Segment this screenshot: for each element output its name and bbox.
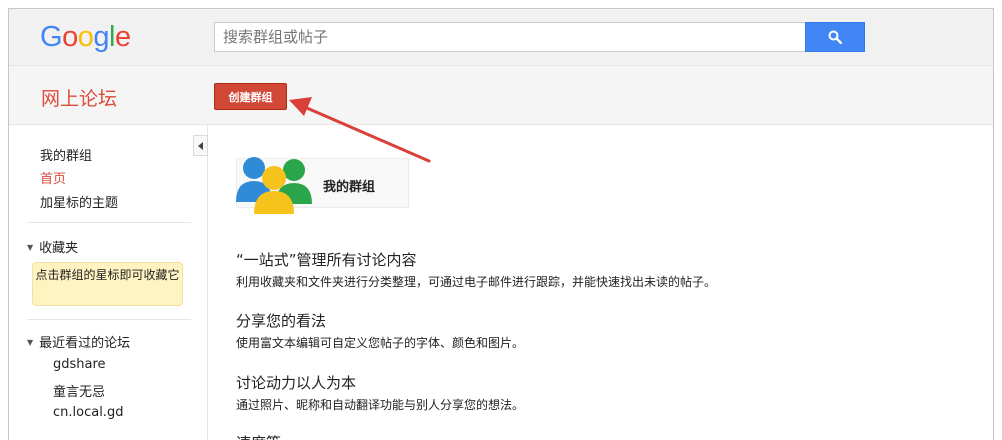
feature-title: 分享您的看法 — [236, 312, 327, 330]
my-groups-card-label: 我的群组 — [323, 180, 376, 195]
people-icon — [236, 157, 312, 214]
create-group-button[interactable]: 创建群组 — [214, 83, 287, 110]
feature-description: 通过照片、昵称和自动翻译功能与别人分享您的想法。 — [236, 398, 525, 412]
sidebar-item-home[interactable]: 首页 — [40, 168, 66, 187]
sidebar-item-my-groups[interactable]: 我的群组 — [40, 145, 92, 164]
triangle-down-icon: ▼ — [27, 243, 34, 252]
sidebar-divider — [27, 319, 191, 320]
feature-title: “一站式”管理所有讨论内容 — [236, 251, 417, 269]
search-icon — [828, 30, 842, 44]
sidebar-item-starred-topics[interactable]: 加星标的主题 — [40, 192, 118, 211]
recent-forums-title: 最近看过的论坛 — [39, 336, 131, 351]
google-logo[interactable]: Google — [40, 20, 131, 54]
favorites-section-toggle[interactable]: ▼ 收藏夹 — [27, 237, 78, 256]
sidebar: 我的群组 首页 加星标的主题 ▼ 收藏夹 点击群组的星标即可收藏它 ▼ 最近看过的论… — [9, 125, 195, 440]
recent-forum-item[interactable]: cn.local.gd — [53, 405, 123, 420]
collapse-sidebar-button[interactable] — [193, 135, 208, 156]
triangle-down-icon: ▼ — [27, 338, 34, 347]
app-window: Google 网上论坛 创建群组 我的群组 首页 加星标的主题 ▼ 收藏夹 点击群… — [8, 8, 994, 440]
feature-description: 使用富文本编辑可自定义您帖子的字体、颜色和图片。 — [236, 336, 525, 350]
feature-title: 讨论动力以人为本 — [236, 374, 357, 392]
recent-forum-item[interactable]: gdshare — [53, 357, 106, 372]
sidebar-divider — [27, 222, 191, 223]
sidebar-border — [207, 125, 208, 440]
recent-forums-section-toggle[interactable]: ▼ 最近看过的论坛 — [27, 332, 130, 351]
search-input[interactable] — [214, 22, 805, 52]
my-groups-card[interactable]: 我的群组 — [236, 157, 409, 214]
top-bar: Google — [9, 9, 993, 66]
forum-header: 网上论坛 创建群组 — [9, 66, 993, 125]
favorites-title: 收藏夹 — [39, 241, 79, 256]
forum-title[interactable]: 网上论坛 — [41, 84, 117, 111]
favorites-hint: 点击群组的星标即可收藏它 — [32, 262, 183, 306]
recent-forum-item[interactable]: 童言无忌 — [53, 381, 105, 400]
chevron-left-icon — [197, 141, 203, 150]
search-button[interactable] — [805, 22, 865, 52]
feature-title: 速度等 — [236, 432, 281, 440]
feature-description: 利用收藏夹和文件夹进行分类整理，可通过电子邮件进行跟踪，并能快速找出未读的帖子。 — [236, 275, 717, 289]
